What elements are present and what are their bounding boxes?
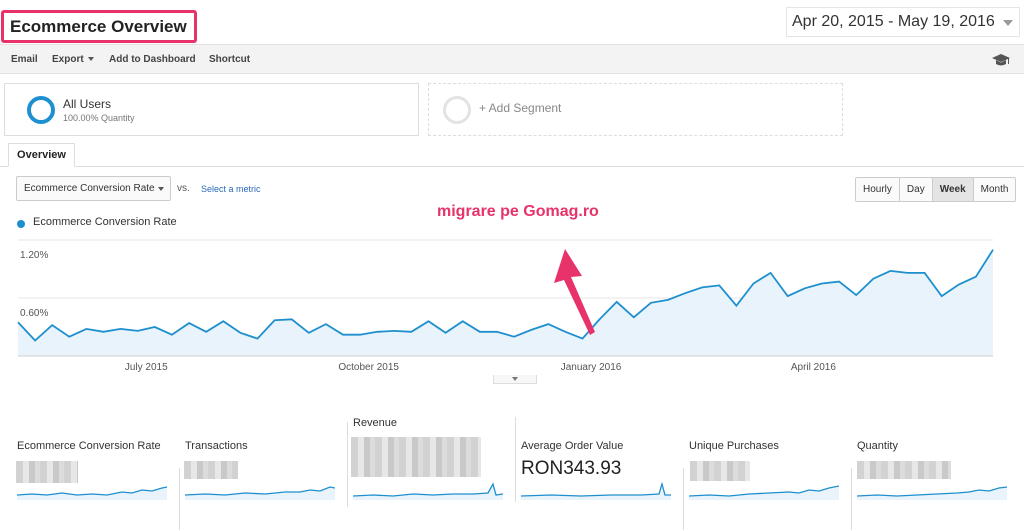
email-button[interactable]: Email <box>11 54 38 65</box>
segment-circle-icon <box>27 96 55 124</box>
kpi-transactions[interactable]: Transactions <box>179 440 248 530</box>
legend-label: Ecommerce Conversion Rate <box>33 216 177 228</box>
legend-dot-icon <box>17 220 25 228</box>
series-area <box>18 249 993 356</box>
add-to-dashboard-button[interactable]: Add to Dashboard <box>109 54 196 65</box>
sparkline <box>689 485 839 500</box>
sparkline <box>185 486 335 500</box>
conversion-rate-chart: 1.20% 0.60% July 2015 October 2015 January 2… <box>17 239 994 373</box>
tabs-divider <box>0 166 1024 167</box>
kpi-value: RON343.93 <box>521 458 622 479</box>
annotation-text: migrare pe Gomag.ro <box>437 203 599 220</box>
sparkline <box>857 486 1007 500</box>
export-label: Export <box>52 54 84 65</box>
kpi-label: Ecommerce Conversion Rate <box>17 440 161 452</box>
sparkline <box>521 481 671 500</box>
kpi-label: Average Order Value <box>521 440 624 452</box>
empty-segment-circle-icon <box>443 96 471 124</box>
x-tick-label: July 2015 <box>125 362 168 373</box>
date-range-label: Apr 20, 2015 - May 19, 2016 <box>792 13 995 30</box>
kpi-label: Unique Purchases <box>689 440 779 452</box>
segment-name: All Users <box>63 97 112 111</box>
chevron-down-icon <box>87 57 94 62</box>
segment-all-users[interactable]: All Users 100.00% Quantity <box>4 83 419 136</box>
kpi-label: Transactions <box>185 440 248 452</box>
granularity-week-button[interactable]: Week <box>931 178 973 201</box>
kpi-quantity[interactable]: Quantity <box>851 440 898 530</box>
date-range-picker[interactable]: Apr 20, 2015 - May 19, 2016 <box>786 7 1020 37</box>
segment-subtitle: 100.00% Quantity <box>63 113 135 123</box>
blurred-value <box>351 437 481 477</box>
blurred-value <box>184 461 238 479</box>
kpi-average-order-value[interactable]: Average Order Value RON343.93 <box>515 417 624 502</box>
granularity-month-button[interactable]: Month <box>972 178 1016 201</box>
kpi-separator <box>515 417 516 502</box>
y-tick-label: 1.20% <box>20 250 48 261</box>
graduation-cap-icon[interactable] <box>992 54 1010 66</box>
kpi-label: Quantity <box>857 440 898 452</box>
collapse-chart-button[interactable] <box>493 375 537 384</box>
page-title: Ecommerce Overview <box>10 16 187 36</box>
x-tick-label: January 2016 <box>561 362 622 373</box>
kpi-separator <box>851 468 852 530</box>
select-metric-link[interactable]: Select a metric <box>201 184 261 194</box>
kpi-revenue[interactable]: Revenue <box>347 417 398 507</box>
granularity-day-button[interactable]: Day <box>898 178 932 201</box>
kpi-unique-purchases[interactable]: Unique Purchases <box>683 440 779 530</box>
page-title-box: Ecommerce Overview <box>1 10 197 43</box>
metric-select[interactable]: Ecommerce Conversion Rate <box>16 176 171 201</box>
annotation-arrow-icon <box>554 249 595 335</box>
granularity-toggle: Hourly Day Week Month <box>855 177 1017 202</box>
chevron-down-icon <box>512 377 518 381</box>
x-tick-label: October 2015 <box>338 362 399 373</box>
sparkline <box>17 486 167 500</box>
kpi-conversion-rate[interactable]: Ecommerce Conversion Rate <box>17 440 161 452</box>
kpi-separator <box>179 468 180 530</box>
kpi-separator <box>683 468 684 530</box>
blurred-value <box>690 461 750 481</box>
y-tick-label: 0.60% <box>20 308 48 319</box>
add-segment-label: + Add Segment <box>479 101 562 115</box>
tab-overview[interactable]: Overview <box>8 143 75 167</box>
kpi-separator <box>347 422 348 507</box>
metric-select-value: Ecommerce Conversion Rate <box>24 183 155 194</box>
x-tick-label: April 2016 <box>791 362 836 373</box>
toolbar: Email Export Add to Dashboard Shortcut <box>0 44 1024 74</box>
chevron-down-icon <box>158 187 164 191</box>
kpi-row: Ecommerce Conversion Rate Transactions R… <box>0 412 1024 530</box>
blurred-value <box>857 461 951 479</box>
granularity-hourly-button[interactable]: Hourly <box>856 178 899 201</box>
vs-label: vs. <box>177 183 190 194</box>
sparkline <box>353 482 503 500</box>
shortcut-button[interactable]: Shortcut <box>209 54 250 65</box>
chevron-down-icon <box>1003 20 1013 26</box>
export-button[interactable]: Export <box>52 54 94 65</box>
kpi-label: Revenue <box>353 417 398 429</box>
add-segment-button[interactable]: + Add Segment <box>428 83 843 136</box>
